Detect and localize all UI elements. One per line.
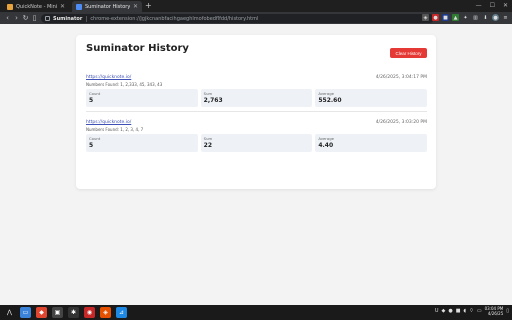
profile-avatar-icon[interactable]: ● bbox=[492, 14, 499, 21]
stat-label: Average bbox=[318, 136, 334, 141]
volume-icon[interactable]: ◖ bbox=[463, 308, 466, 314]
stat-sum: Sum 2,763 bbox=[200, 89, 313, 107]
browser-toolbar: ‹ › ↻ ▯ Suminator chrome-extension://jgj… bbox=[0, 12, 512, 24]
stat-label: Sum bbox=[203, 136, 213, 141]
red-app-icon[interactable]: ◉ bbox=[84, 307, 95, 318]
tray-app-icon[interactable]: ■ bbox=[456, 308, 461, 314]
clock-date: 4/26/25 bbox=[487, 311, 504, 316]
reload-icon[interactable]: ↻ bbox=[21, 14, 30, 22]
stat-count: Count 5 bbox=[86, 134, 198, 152]
stat-label: Count bbox=[89, 91, 101, 96]
url-text: chrome-extension://jgjkcnanbfacihgaeghlm… bbox=[90, 15, 259, 22]
maximize-icon[interactable]: ☐ bbox=[490, 1, 495, 11]
os-taskbar: ⋀ ▭ ◆ ▣ ✱ ◉ ◈ ⊿ U ◆ ● ■ ◖ ⌔ ▭ 03:04 PM 4… bbox=[0, 305, 512, 320]
toolbar-extensions: ◈ ● ■ ▲ ✦ ▥ ⬇ ● ≡ bbox=[422, 14, 509, 21]
entry-stats: Count 5 Sum 22 Average 4.40 bbox=[86, 134, 428, 152]
system-clock[interactable]: 03:04 PM 4/26/25 bbox=[485, 306, 504, 316]
tab-title: Suminator History bbox=[85, 3, 130, 10]
close-tab-icon[interactable]: ✕ bbox=[60, 3, 65, 10]
stat-average: Average 4.40 bbox=[315, 134, 428, 152]
entry-date: 4/26/2025, 3:04:17 PM bbox=[375, 75, 427, 80]
quicknote-favicon-icon bbox=[7, 3, 13, 10]
system-tray: U ◆ ● ■ ◖ ⌔ ▭ 03:04 PM 4/26/25 ▯ bbox=[435, 306, 509, 316]
tab-title: QuickNote - Minimalist, Free Online No bbox=[16, 3, 57, 10]
tab-suminator-history[interactable]: Suminator History ✕ bbox=[72, 1, 142, 12]
suminator-favicon-icon bbox=[76, 3, 82, 10]
file-manager-icon[interactable]: ▭ bbox=[20, 307, 31, 318]
entry-numbers-found: Numbers Found: 1, 2, 3, 4, 7 bbox=[86, 127, 144, 132]
browser-tab-strip: QuickNote - Minimalist, Free Online No ✕… bbox=[0, 0, 512, 12]
stat-count: Count 5 bbox=[86, 89, 198, 107]
entry-stats: Count 5 Sum 2,763 Average 552.60 bbox=[86, 89, 428, 107]
settings-icon[interactable]: ✱ bbox=[68, 307, 79, 318]
entry-date: 4/26/2025, 3:03:20 PM bbox=[375, 120, 427, 125]
stat-value: 4.40 bbox=[318, 142, 334, 149]
stat-average: Average 552.60 bbox=[315, 89, 428, 107]
stat-value: 5 bbox=[89, 97, 94, 104]
stat-value: 22 bbox=[203, 142, 213, 149]
sidebar-icon[interactable]: ▥ bbox=[472, 14, 479, 21]
orange-app-icon[interactable]: ◈ bbox=[100, 307, 111, 318]
stat-label: Count bbox=[89, 136, 101, 141]
page-title: Suminator History bbox=[86, 43, 189, 54]
brave-browser-icon[interactable]: ◆ bbox=[36, 307, 47, 318]
red-extension-icon[interactable]: ● bbox=[432, 14, 439, 21]
menu-icon[interactable]: ≡ bbox=[502, 14, 509, 21]
puzzle-icon[interactable]: ✦ bbox=[462, 14, 469, 21]
stat-value: 2,763 bbox=[203, 97, 223, 104]
tray-app-icon[interactable]: U bbox=[435, 308, 439, 314]
bookmark-icon[interactable]: ▯ bbox=[30, 14, 39, 22]
entry-link[interactable]: https://quicknote.io/ bbox=[86, 75, 131, 80]
forward-icon[interactable]: › bbox=[12, 14, 21, 22]
page-viewport: Suminator History Clear History https://… bbox=[0, 24, 512, 305]
battery-icon[interactable]: ▭ bbox=[477, 308, 482, 314]
extension-page-icon bbox=[45, 16, 50, 21]
history-card: Suminator History Clear History https://… bbox=[76, 35, 436, 189]
vscode-icon[interactable]: ⊿ bbox=[116, 307, 127, 318]
entry-divider bbox=[86, 111, 427, 112]
site-label: Suminator bbox=[53, 15, 88, 22]
terminal-icon[interactable]: ▣ bbox=[52, 307, 63, 318]
close-tab-icon[interactable]: ✕ bbox=[133, 3, 138, 10]
minimize-icon[interactable]: — bbox=[476, 1, 482, 11]
clear-history-button[interactable]: Clear History bbox=[390, 48, 427, 58]
show-desktop-icon[interactable]: ▯ bbox=[506, 308, 509, 314]
stat-value: 552.60 bbox=[318, 97, 342, 104]
address-bar[interactable]: Suminator chrome-extension://jgjkcnanbfa… bbox=[41, 14, 434, 23]
close-window-icon[interactable]: ✕ bbox=[503, 1, 508, 11]
back-icon[interactable]: ‹ bbox=[3, 14, 12, 22]
entry-link[interactable]: https://quicknote.io/ bbox=[86, 120, 131, 125]
tray-app-icon[interactable]: ● bbox=[448, 308, 452, 314]
tab-quicknote[interactable]: QuickNote - Minimalist, Free Online No ✕ bbox=[3, 1, 69, 12]
window-controls: — ☐ ✕ bbox=[476, 1, 508, 11]
arch-menu-icon[interactable]: ⋀ bbox=[4, 307, 15, 318]
stat-sum: Sum 22 bbox=[200, 134, 313, 152]
stat-label: Average bbox=[318, 91, 334, 96]
green-extension-icon[interactable]: ▲ bbox=[452, 14, 459, 21]
stat-value: 5 bbox=[89, 142, 94, 149]
entry-numbers-found: Numbers Found: 1, 2,333, 45, 343, 43 bbox=[86, 82, 163, 87]
shield-icon[interactable]: ◈ bbox=[422, 14, 429, 21]
new-tab-button[interactable]: + bbox=[145, 1, 152, 11]
stat-label: Sum bbox=[203, 91, 213, 96]
blue-extension-icon[interactable]: ■ bbox=[442, 14, 449, 21]
tray-app-icon[interactable]: ◆ bbox=[442, 308, 446, 314]
download-icon[interactable]: ⬇ bbox=[482, 14, 489, 21]
network-icon[interactable]: ⌔ bbox=[469, 308, 474, 314]
